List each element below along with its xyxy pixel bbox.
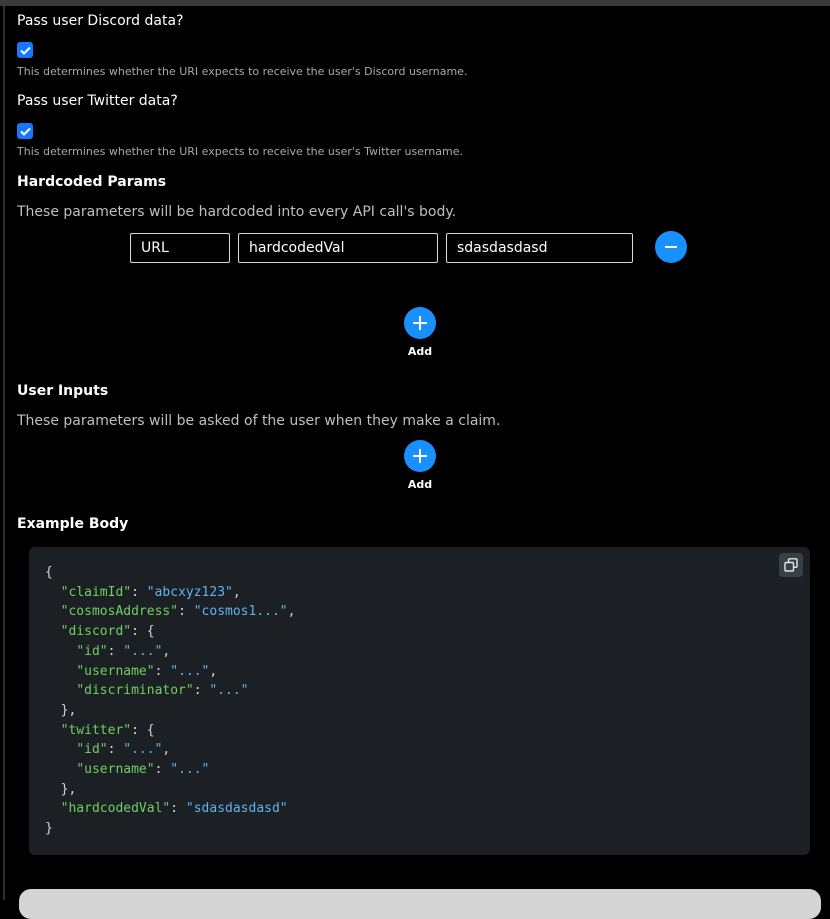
hardcoded-val-value: "sdasdasdasd" [185,801,288,817]
twitter-username-value: "..." [170,762,210,778]
hardcoded-params-description: These parameters will be hardcoded into … [17,204,457,220]
top-bar [0,0,830,6]
copy-icon [784,558,798,572]
plus-icon [413,316,427,330]
add-user-input-label: Add [407,478,433,491]
claim-id-value: "abcxyz123" [146,584,233,600]
twitter-id-value: "..." [123,742,163,758]
example-body-title: Example Body [17,516,129,532]
example-body-code: { "claimId": "abcxyz123", "cosmosAddress… [45,565,296,837]
param-key-input[interactable] [238,233,438,263]
twitter-checkbox[interactable] [17,123,33,139]
example-body-code-block: { "claimId": "abcxyz123", "cosmosAddress… [29,547,810,855]
copy-code-button[interactable] [779,553,803,577]
param-value-input[interactable] [446,233,633,263]
discord-discriminator-value: "..." [209,683,249,699]
check-icon [19,127,31,136]
remove-param-button[interactable] [655,231,687,263]
hardcoded-params-title: Hardcoded Params [17,174,167,190]
discord-hint: This determines whether the URI expects … [17,65,468,78]
twitter-question: Pass user Twitter data? [17,93,178,109]
add-hardcoded-param-label: Add [407,345,433,358]
add-user-input-button[interactable] [404,440,436,472]
discord-id-value: "..." [123,643,163,659]
minus-icon [665,246,677,248]
user-inputs-description: These parameters will be asked of the us… [17,413,501,429]
user-inputs-title: User Inputs [17,383,109,399]
check-icon [19,46,31,55]
discord-username-value: "..." [170,663,210,679]
plus-icon [413,449,427,463]
left-divider [3,6,5,900]
add-hardcoded-param-button[interactable] [404,307,436,339]
param-type-select[interactable] [130,233,230,263]
bottom-submit-bar[interactable] [19,889,821,919]
discord-checkbox[interactable] [17,42,33,58]
twitter-hint: This determines whether the URI expects … [17,145,463,158]
discord-question: Pass user Discord data? [17,13,184,29]
cosmos-address-value: "cosmos1..." [193,604,288,620]
